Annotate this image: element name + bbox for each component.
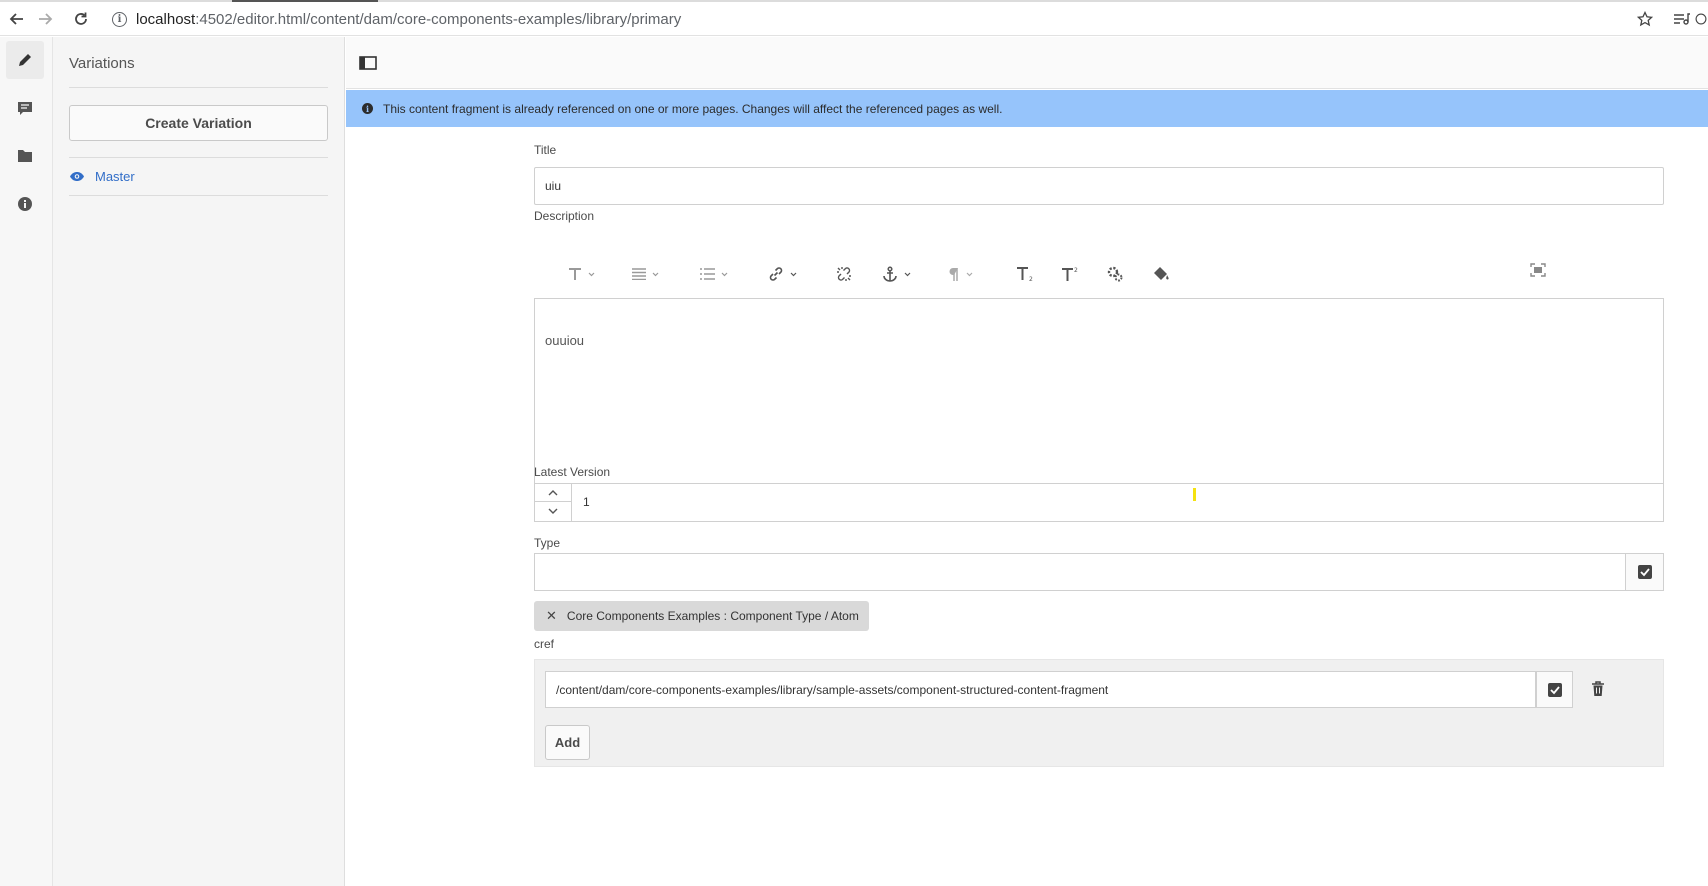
divider bbox=[69, 157, 328, 158]
paragraph-icon[interactable] bbox=[948, 263, 973, 285]
svg-text:2: 2 bbox=[1074, 267, 1078, 274]
text-format-icon[interactable] bbox=[568, 263, 595, 285]
add-button[interactable]: Add bbox=[545, 725, 590, 760]
increment-icon[interactable] bbox=[535, 484, 571, 502]
tab-strip-edge bbox=[0, 0, 1708, 2]
cref-label: cref bbox=[534, 637, 555, 651]
superscript-icon[interactable]: 2 bbox=[1061, 263, 1079, 285]
left-rail bbox=[0, 37, 53, 886]
comment-icon[interactable] bbox=[6, 89, 44, 127]
bookmark-star-icon[interactable] bbox=[1634, 8, 1656, 30]
stepper-arrows bbox=[535, 484, 572, 521]
delete-icon[interactable] bbox=[1587, 678, 1609, 700]
paint-icon[interactable] bbox=[1152, 263, 1170, 285]
link-icon[interactable] bbox=[768, 263, 797, 285]
list-icon[interactable] bbox=[700, 263, 728, 285]
find-replace-icon[interactable] bbox=[1106, 263, 1124, 285]
address-bar[interactable]: i localhost:4502/editor.html/content/dam… bbox=[112, 7, 681, 31]
type-tag-label: Core Components Examples : Component Typ… bbox=[566, 609, 859, 623]
reference-warning-banner: i This content fragment is already refer… bbox=[346, 90, 1708, 127]
fullscreen-icon[interactable] bbox=[1530, 259, 1546, 281]
reading-list-icon[interactable] bbox=[1670, 8, 1692, 30]
folder-icon[interactable] bbox=[6, 137, 44, 175]
cursor-highlight bbox=[1193, 488, 1196, 501]
banner-text: This content fragment is already referen… bbox=[383, 101, 1003, 116]
editor-toolbar bbox=[346, 37, 1708, 89]
anchor-icon[interactable] bbox=[882, 263, 911, 285]
variation-master[interactable]: Master bbox=[69, 169, 135, 184]
forward-icon[interactable] bbox=[34, 8, 56, 30]
info-icon: i bbox=[362, 103, 373, 114]
decrement-icon[interactable] bbox=[535, 502, 571, 520]
tag-picker-icon[interactable] bbox=[1625, 554, 1663, 590]
divider bbox=[69, 195, 328, 196]
title-input[interactable]: uiu bbox=[534, 167, 1664, 205]
type-label: Type bbox=[534, 536, 561, 550]
editor-main: i This content fragment is already refer… bbox=[346, 37, 1708, 886]
create-variation-button[interactable]: Create Variation bbox=[69, 105, 328, 141]
type-tag: ✕ Core Components Examples : Component T… bbox=[534, 601, 869, 631]
rich-text-toolbar: 2 2 bbox=[534, 253, 1664, 293]
edit-icon[interactable] bbox=[6, 41, 44, 79]
description-editor[interactable]: ouuiou bbox=[534, 298, 1664, 502]
variation-label: Master bbox=[95, 169, 135, 184]
description-text[interactable]: ouuiou bbox=[545, 333, 584, 348]
title-label: Title bbox=[534, 143, 557, 157]
svg-text:2: 2 bbox=[1029, 276, 1033, 282]
type-input[interactable] bbox=[534, 553, 1664, 591]
info-icon[interactable] bbox=[6, 185, 44, 223]
reload-icon[interactable] bbox=[70, 8, 92, 30]
path-picker-icon[interactable] bbox=[1536, 671, 1573, 708]
remove-tag-icon[interactable]: ✕ bbox=[546, 608, 557, 624]
cref-multifield: /content/dam/core-components-examples/li… bbox=[534, 659, 1664, 767]
site-info-icon[interactable]: i bbox=[112, 11, 127, 27]
cref-path-input[interactable]: /content/dam/core-components-examples/li… bbox=[545, 671, 1536, 708]
align-icon[interactable] bbox=[632, 263, 659, 285]
latest-version-value[interactable]: 1 bbox=[583, 495, 590, 509]
latest-version-label: Latest Version bbox=[534, 465, 611, 479]
subscript-icon[interactable]: 2 bbox=[1016, 263, 1034, 285]
profile-icon[interactable] bbox=[1694, 8, 1708, 30]
divider bbox=[69, 87, 328, 88]
variations-panel: Variations Create Variation Master bbox=[53, 37, 345, 886]
url-host: localhost bbox=[136, 10, 196, 28]
eye-icon bbox=[70, 172, 84, 181]
panel-title: Variations bbox=[69, 55, 135, 72]
latest-version-stepper[interactable]: 1 bbox=[534, 483, 1664, 522]
browser-toolbar: i localhost:4502/editor.html/content/dam… bbox=[0, 0, 1708, 36]
unlink-icon[interactable] bbox=[836, 263, 852, 285]
url-path: :4502/editor.html/content/dam/core-compo… bbox=[195, 10, 682, 28]
back-icon[interactable] bbox=[6, 8, 28, 30]
toggle-side-panel-icon[interactable] bbox=[358, 53, 378, 73]
description-label: Description bbox=[534, 209, 595, 223]
